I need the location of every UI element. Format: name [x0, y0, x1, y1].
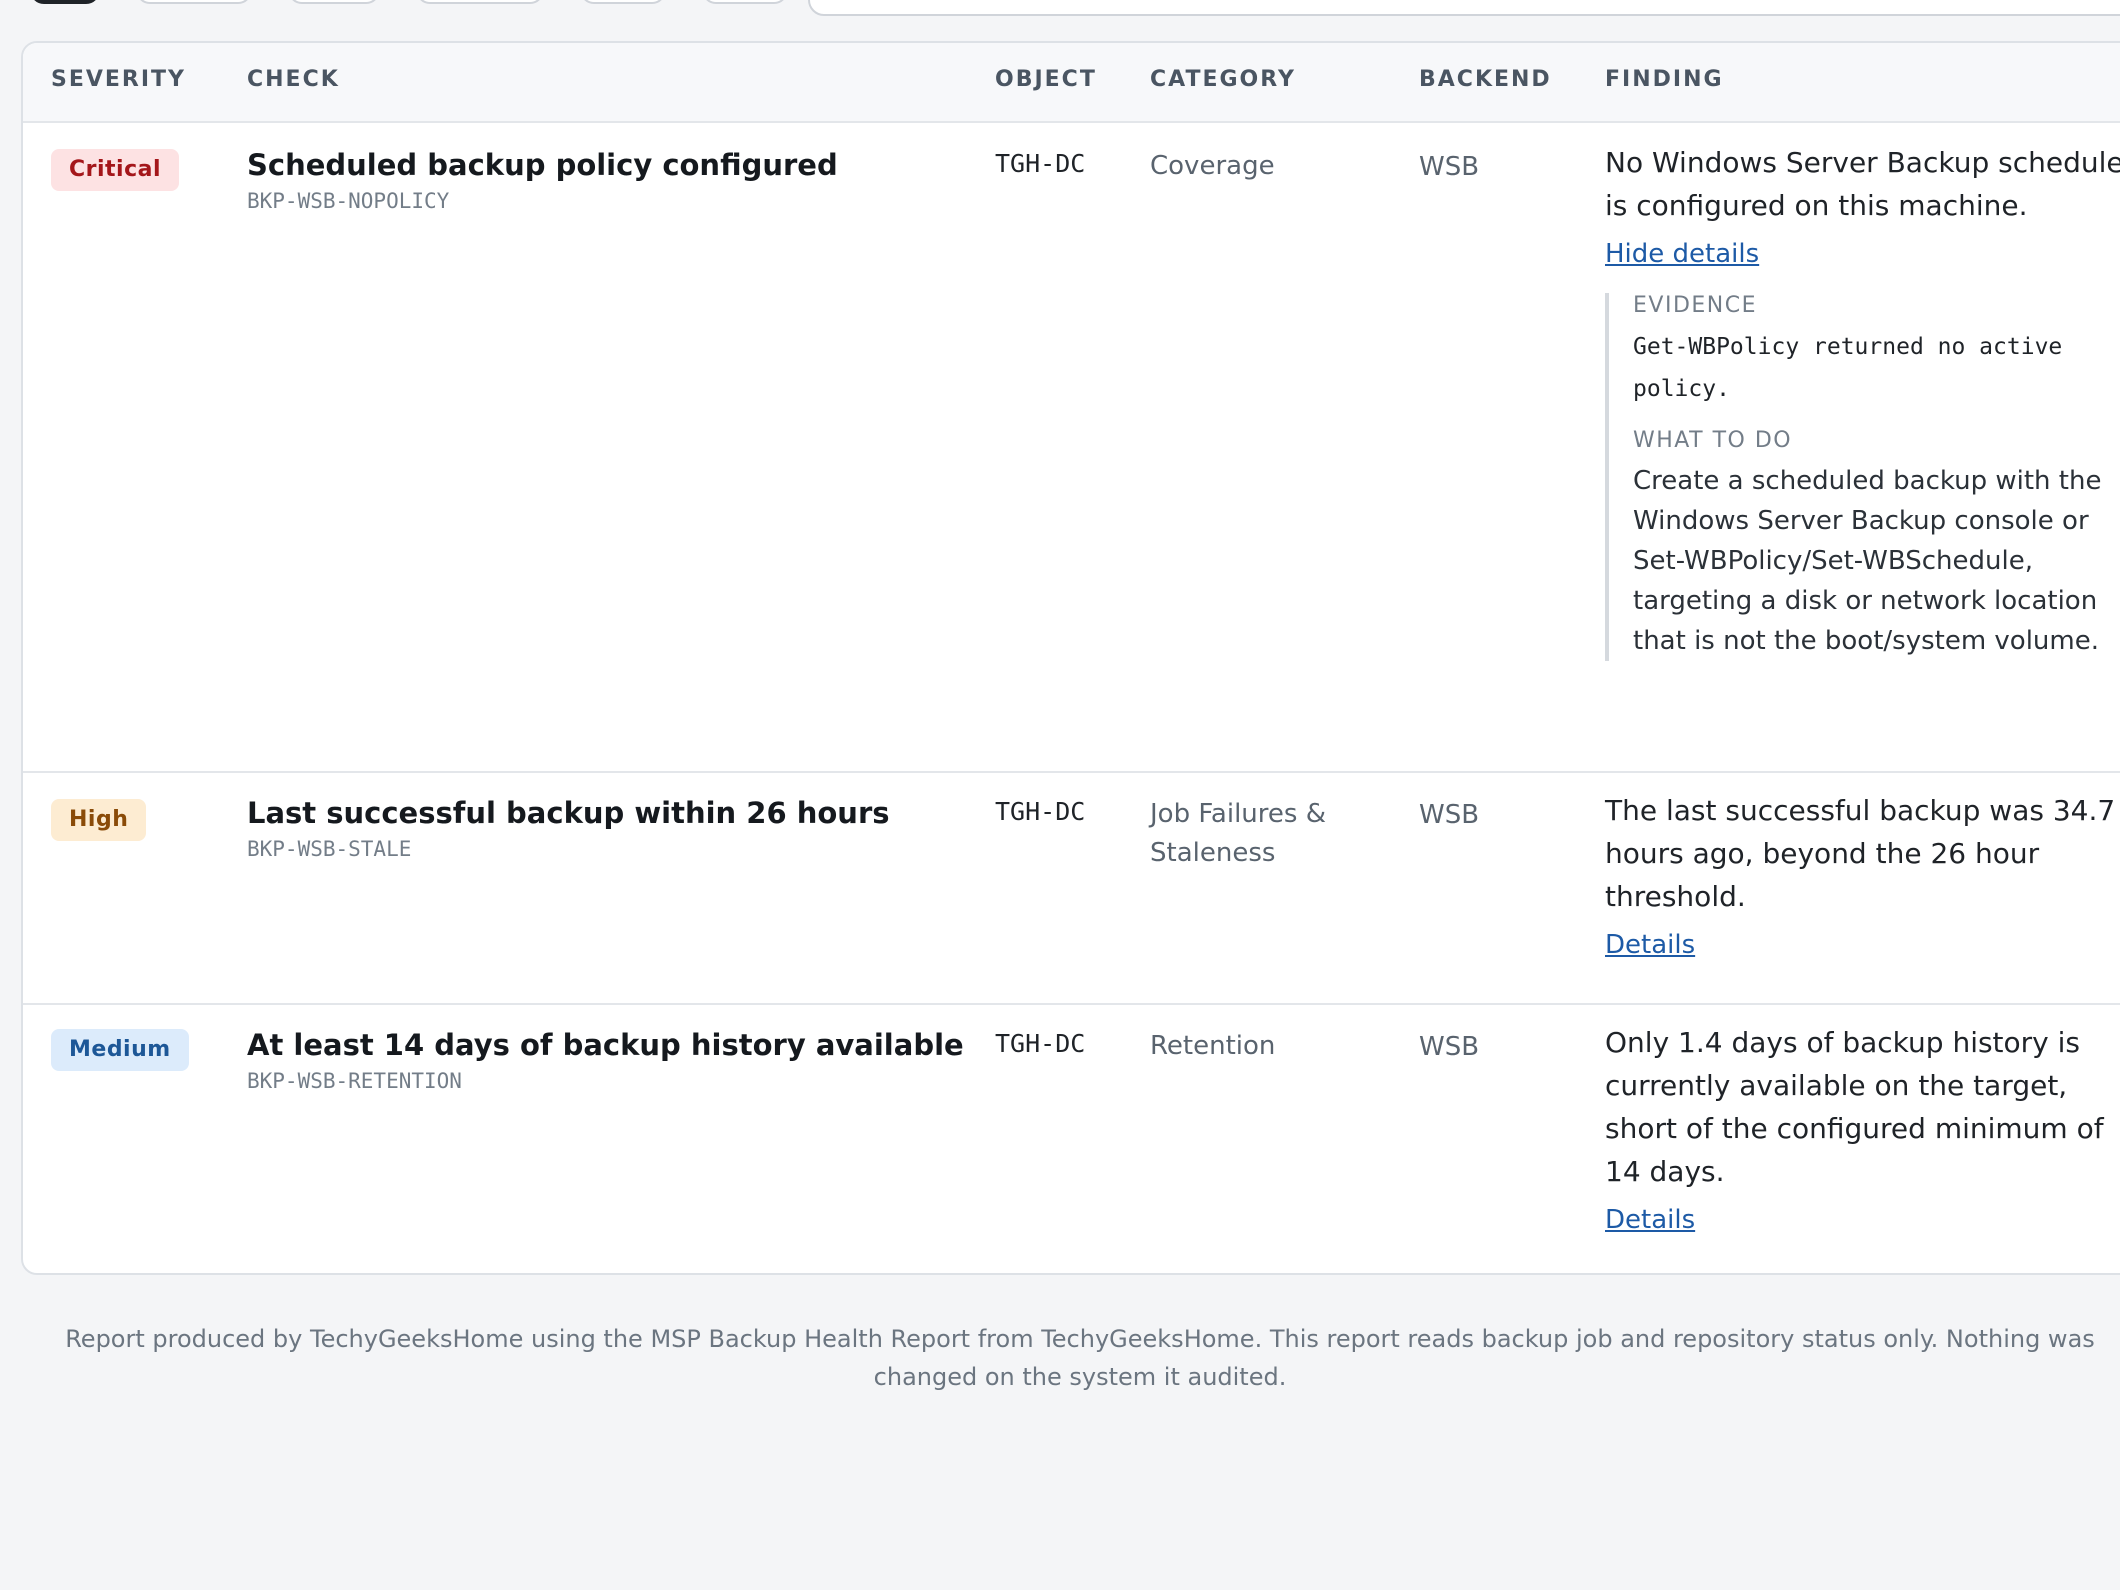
filter-chip-all[interactable]: [30, 0, 100, 4]
check-title: Last successful backup within 26 hours: [247, 796, 890, 830]
header-object[interactable]: OBJECT: [995, 67, 1097, 92]
filter-chip-medium[interactable]: [416, 0, 544, 4]
header-severity[interactable]: SEVERITY: [51, 67, 186, 92]
header-backend[interactable]: BACKEND: [1419, 67, 1552, 92]
check-id: BKP-WSB-RETENTION: [247, 1069, 462, 1093]
evidence-label: EVIDENCE: [1633, 293, 1757, 318]
finding-text: The last successful backup was 34.7 hour…: [1605, 794, 2116, 913]
report-footer: Report produced by TechyGeeksHome using …: [65, 1325, 2095, 1391]
header-category[interactable]: CATEGORY: [1150, 67, 1296, 92]
filter-chip-info[interactable]: [702, 0, 788, 4]
object-name: TGH-DC: [995, 1029, 1086, 1058]
details-link[interactable]: Details: [1605, 1205, 1695, 1235]
category: Retention: [1150, 1031, 1276, 1061]
check-title: Scheduled backup policy configured: [247, 148, 838, 182]
check-id: BKP-WSB-STALE: [247, 837, 412, 861]
table-header: SEVERITY CHECK OBJECT CATEGORY BACKEND F…: [23, 43, 2120, 123]
table-row: Medium At least 14 days of backup histor…: [23, 1005, 2120, 1273]
header-check[interactable]: CHECK: [247, 67, 340, 92]
filter-bar: [0, 0, 2120, 16]
details-link[interactable]: Details: [1605, 930, 1695, 960]
object-name: TGH-DC: [995, 797, 1086, 826]
search-input[interactable]: [808, 0, 2120, 16]
object-name: TGH-DC: [995, 149, 1086, 178]
backend: WSB: [1419, 152, 1480, 182]
backend: WSB: [1419, 800, 1480, 830]
severity-badge-critical: Critical: [51, 149, 180, 191]
check-title: At least 14 days of backup history avail…: [247, 1028, 964, 1062]
hide-details-link[interactable]: Hide details: [1605, 239, 1759, 269]
backend: WSB: [1419, 1032, 1480, 1062]
header-finding[interactable]: FINDING: [1605, 67, 1724, 92]
finding-text: Only 1.4 days of backup history is curre…: [1605, 1026, 2104, 1188]
details-panel: EVIDENCE Get-WBPolicy returned no active…: [1605, 293, 2120, 661]
filter-chip-critical[interactable]: [136, 0, 252, 4]
category: Coverage: [1150, 151, 1275, 181]
what-to-do-label: WHAT TO DO: [1633, 428, 1793, 453]
filter-chip-low[interactable]: [580, 0, 666, 4]
table-row: Critical Scheduled backup policy configu…: [23, 123, 2120, 773]
filter-chip-high[interactable]: [288, 0, 380, 4]
finding-text: No Windows Server Backup schedule is con…: [1605, 146, 2120, 222]
findings-table: SEVERITY CHECK OBJECT CATEGORY BACKEND F…: [21, 41, 2120, 1275]
what-to-do-text: Create a scheduled backup with the Windo…: [1633, 466, 2102, 656]
evidence-text: Get-WBPolicy returned no active policy.: [1633, 334, 2063, 402]
category: Job Failures & Staleness: [1150, 799, 1326, 868]
severity-badge-high: High: [51, 799, 147, 841]
check-id: BKP-WSB-NOPOLICY: [247, 189, 450, 213]
table-row: High Last successful backup within 26 ho…: [23, 773, 2120, 1005]
severity-badge-medium: Medium: [51, 1029, 189, 1071]
